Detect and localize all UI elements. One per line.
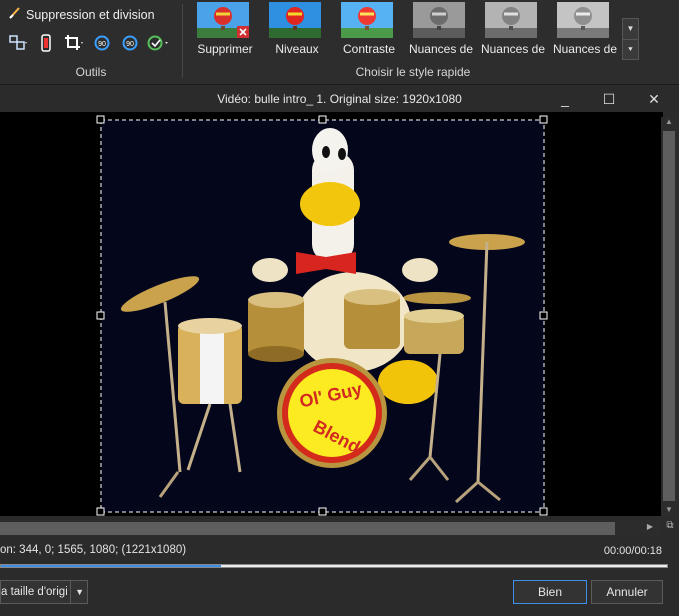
size-select[interactable]: a taille d'origin ▼ [0,580,88,604]
dialog-footer: a taille d'origin ▼ Bien Annuler [0,573,679,616]
video-preview[interactable]: Ol' Guy Blend [0,112,663,516]
styles-group-label: Choisir le style rapide [355,65,471,79]
split-tool-button[interactable]: Suppression et division [8,6,155,23]
window-title: Vidéo: bulle intro_ 1. Original size: 19… [217,92,462,106]
crop-tool-icon[interactable] [63,33,85,53]
balloon-thumbnail [197,2,249,38]
style-item-label: Niveaux [275,42,319,56]
ok-button[interactable]: Bien [513,580,587,604]
close-button[interactable]: ✕ [642,89,666,109]
maximize-button[interactable]: ☐ [597,89,621,109]
style-item-grayscale-3[interactable]: Nuances de [549,0,621,62]
ribbon: Suppression et division 90 90 Outils Sup… [0,0,679,85]
style-item-label: Nuances de [480,42,546,56]
svg-text:90: 90 [98,41,106,48]
status-bar: on: 344, 0; 1565, 1080; (1221x1080) 00:0… [0,538,679,568]
style-item-label: Nuances de [408,42,474,56]
selection-position-text: on: 344, 0; 1565, 1080; (1221x1080) [0,544,187,556]
balloon-thumbnail [341,2,393,38]
flip-tool-icon[interactable] [35,33,57,53]
balloon-thumbnail [413,2,465,38]
scroll-up-icon[interactable]: ▲ [661,117,677,129]
timeline-progress [1,565,221,567]
style-item-contrast[interactable]: Contraste [333,0,405,62]
svg-text:90: 90 [126,41,134,48]
scroll-down-icon[interactable]: ▼ [661,505,677,517]
tools-group: Suppression et division 90 90 Outils [0,0,182,84]
vertical-scrollbar[interactable]: ▲ ▼ [661,117,677,517]
timeline-track[interactable] [0,564,668,568]
adjust-tool-icon[interactable] [147,33,169,53]
style-item-label: Contraste [342,42,396,56]
horizontal-scrollbar[interactable]: ▶ [0,520,661,537]
horizontal-scroll-thumb[interactable] [0,522,615,535]
style-item-label: Supprimer [197,42,253,56]
balloon-thumbnail [269,2,321,38]
preview-titlebar: Vidéo: bulle intro_ 1. Original size: 19… [0,86,679,112]
select-tool-icon[interactable] [7,33,29,53]
scissors-icon [8,6,22,23]
vertical-scroll-thumb[interactable] [663,131,675,501]
size-select-value: a taille d'origin [1,586,67,598]
style-item-levels[interactable]: Niveaux [261,0,333,62]
corner-resize-icon[interactable]: ⧉ [663,520,677,536]
gallery-expand-icon[interactable]: ⯆ [623,39,638,60]
gallery-scroll[interactable]: ▼ ⯆ [622,18,639,60]
style-item-grayscale-1[interactable]: Nuances de [405,0,477,62]
tools-group-label: Outils [75,65,107,79]
group-divider [182,4,183,78]
balloon-thumbnail [485,2,537,38]
rotate-right-icon[interactable]: 90 [119,33,141,53]
quick-style-gallery: Supprimer Niveaux Contraste Nuances de N… [189,0,637,62]
cancel-button[interactable]: Annuler [591,580,663,604]
style-item-remove[interactable]: Supprimer [189,0,261,62]
gallery-scroll-down-icon[interactable]: ▼ [623,19,638,39]
split-tool-label: Suppression et division [26,7,155,22]
style-item-grayscale-2[interactable]: Nuances de [477,0,549,62]
chevron-down-icon: ▼ [70,581,84,603]
timecode: 00:00/00:18 [603,545,662,557]
scroll-right-icon[interactable]: ▶ [643,522,657,531]
minimize-button[interactable]: _ [553,89,577,109]
style-item-label: Nuances de [552,42,618,56]
balloon-thumbnail [557,2,609,38]
rotate-left-icon[interactable]: 90 [91,33,113,53]
